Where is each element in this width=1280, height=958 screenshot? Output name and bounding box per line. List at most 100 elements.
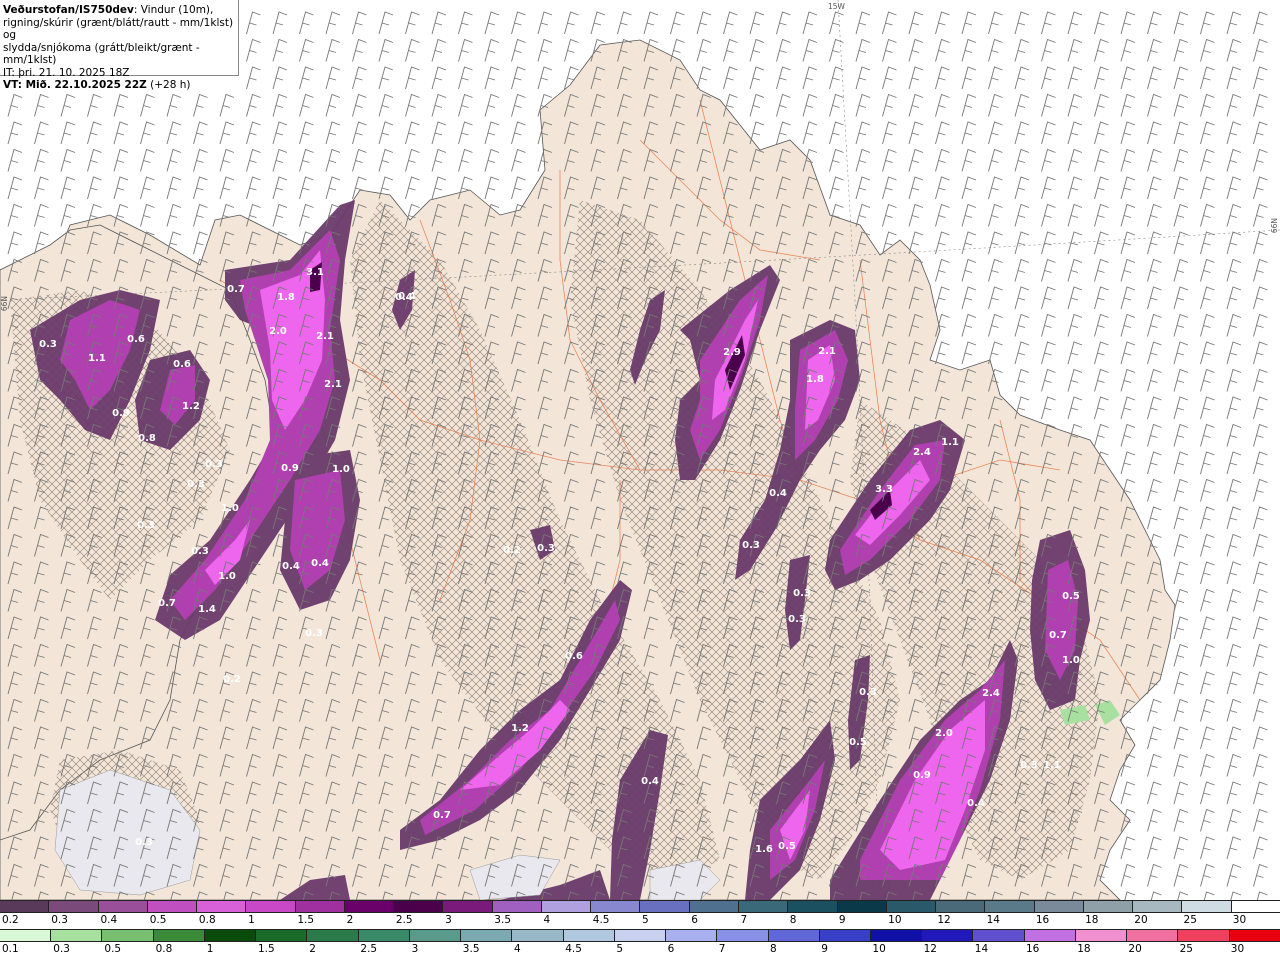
- legend-snow-colorbar: [0, 900, 1280, 913]
- legend-swatch: [256, 930, 308, 941]
- legend-swatch: [936, 901, 986, 912]
- precip-value-label: 0.5: [849, 737, 867, 748]
- precip-value-label: 0.9: [112, 408, 130, 419]
- precip-value-label: 0.3: [187, 479, 205, 490]
- header-lead-time: (+28 h): [146, 79, 191, 91]
- legend-label: 5: [642, 914, 649, 926]
- legend-label: 0.5: [149, 914, 167, 926]
- precip-value-label: 0.3: [1020, 760, 1038, 771]
- precip-value-label: 0.2: [223, 674, 241, 685]
- legend-label: 12: [923, 943, 937, 955]
- legend-label: 30: [1232, 914, 1247, 926]
- legend-label: 0.2: [2, 914, 19, 926]
- legend-swatch: [1127, 930, 1179, 941]
- legend-swatch: [666, 930, 718, 941]
- legend-label: 3.5: [462, 943, 480, 955]
- precip-value-label: 0.6: [127, 334, 145, 345]
- legend-label: 6: [667, 943, 675, 955]
- legend-swatch: [246, 901, 296, 912]
- legend-swatch: [443, 901, 493, 912]
- legend-label: 0.3: [51, 914, 68, 926]
- legend-swatch: [1034, 901, 1084, 912]
- legend-swatch: [541, 901, 592, 912]
- precip-value-label: 2.4: [913, 447, 931, 458]
- legend-swatch: [204, 930, 257, 941]
- legend-swatch: [837, 901, 887, 912]
- precip-value-label: 2.4: [982, 688, 1000, 699]
- precip-value-label: 0.4: [769, 488, 787, 499]
- legend-swatch: [49, 901, 99, 912]
- legend-label: 10: [888, 914, 902, 926]
- legend-swatch: [886, 901, 937, 912]
- legend-label: 4.5: [565, 943, 582, 955]
- legend-label: 0.4: [100, 914, 118, 926]
- legend-label: 5: [616, 943, 624, 955]
- precip-value-label: 2.0: [269, 326, 287, 337]
- map-header: Veðurstofan/IS750dev: Vindur (10m), rign…: [0, 0, 239, 91]
- precip-value-label: 1.1: [88, 353, 106, 364]
- legend-label: 6: [691, 914, 698, 926]
- precip-value-label: 0.3: [39, 339, 57, 350]
- legend-label: 2: [346, 914, 354, 926]
- legend-swatch: [307, 930, 359, 941]
- legend-swatch: [1133, 901, 1183, 912]
- precip-value-label: 1.8: [277, 292, 295, 303]
- legend-swatch: [344, 901, 395, 912]
- precip-value-label: 0.6: [565, 651, 583, 662]
- legend-label: 16: [1035, 914, 1050, 926]
- legend-swatch: [147, 901, 198, 912]
- legend-label: 25: [1183, 914, 1197, 926]
- weather-map: 3.1 1.8 0.7 2.0 2.1 2.1 0.4 0.3 1.1 0.6 0.9 0.6 1.2 0…: [0, 0, 1280, 900]
- legend-label: 12: [937, 914, 951, 926]
- legend-label: 4.5: [592, 914, 610, 926]
- precip-value-label: 1.2: [182, 401, 200, 412]
- legend-swatch: [1229, 930, 1280, 941]
- legend-swatch: [738, 901, 789, 912]
- legend-swatch: [819, 930, 871, 941]
- legend-swatch: [1075, 930, 1128, 941]
- precip-value-label: 1.1: [941, 437, 959, 448]
- precip-value-label: 0.9: [913, 770, 931, 781]
- legend-label: 18: [1077, 943, 1091, 955]
- legend-label: 7: [740, 914, 748, 926]
- legend: 0.2 0.3 0.4 0.5 0.8 1 1.5 2 2.5 3 3.5 4 4.5 5 6 7 8 9 10 12…: [0, 900, 1280, 958]
- legend-swatch: [409, 930, 462, 941]
- legend-swatch: [197, 901, 247, 912]
- legend-label: 25: [1179, 943, 1193, 955]
- precip-value-label: 0.4: [641, 776, 659, 787]
- legend-snow-labels: 0.2 0.3 0.4 0.5 0.8 1 1.5 2 2.5 3 3.5 4 4.5 5 6 7 8 9 10 12…: [0, 914, 1280, 928]
- legend-swatch: [394, 901, 444, 912]
- precip-value-label: 0.3: [137, 520, 155, 531]
- legend-swatch: [51, 930, 103, 941]
- legend-swatch: [0, 930, 52, 941]
- legend-swatch: [768, 930, 820, 941]
- precip-value-label: 1.1: [1043, 760, 1061, 771]
- precip-value-label: 1.0: [332, 464, 350, 475]
- legend-label: 14: [974, 943, 989, 955]
- precip-value-label: 0.3: [305, 628, 323, 639]
- legend-swatch: [689, 901, 739, 912]
- legend-label: 1: [248, 914, 255, 926]
- legend-rain-colorbar: [0, 929, 1280, 942]
- legend-label: 7: [718, 943, 726, 955]
- legend-swatch: [295, 901, 345, 912]
- legend-swatch: [492, 901, 542, 912]
- precip-value-label: 0.7: [433, 810, 451, 821]
- legend-label: 3.5: [494, 914, 511, 926]
- legend-label: 2.5: [395, 914, 413, 926]
- legend-label: 1.5: [297, 914, 315, 926]
- header-line3: slydda/snjókoma (grátt/bleikt/grænt - mm…: [3, 41, 200, 67]
- header-init-time: IT: þri. 21. 10. 2025 18Z: [3, 66, 130, 79]
- precip-value-label: 0.7: [158, 598, 176, 609]
- precip-value-label: 0.4: [395, 292, 413, 303]
- legend-swatch: [614, 930, 667, 941]
- legend-label: 10: [872, 943, 886, 955]
- precip-value-label: 0.5: [1062, 591, 1080, 602]
- legend-label: 16: [1026, 943, 1040, 955]
- legend-swatch: [717, 930, 769, 941]
- legend-swatch: [985, 901, 1035, 912]
- legend-swatch: [640, 901, 690, 912]
- precip-value-label: 2.1: [324, 379, 342, 390]
- legend-swatch: [563, 930, 615, 941]
- legend-swatch: [1182, 901, 1232, 912]
